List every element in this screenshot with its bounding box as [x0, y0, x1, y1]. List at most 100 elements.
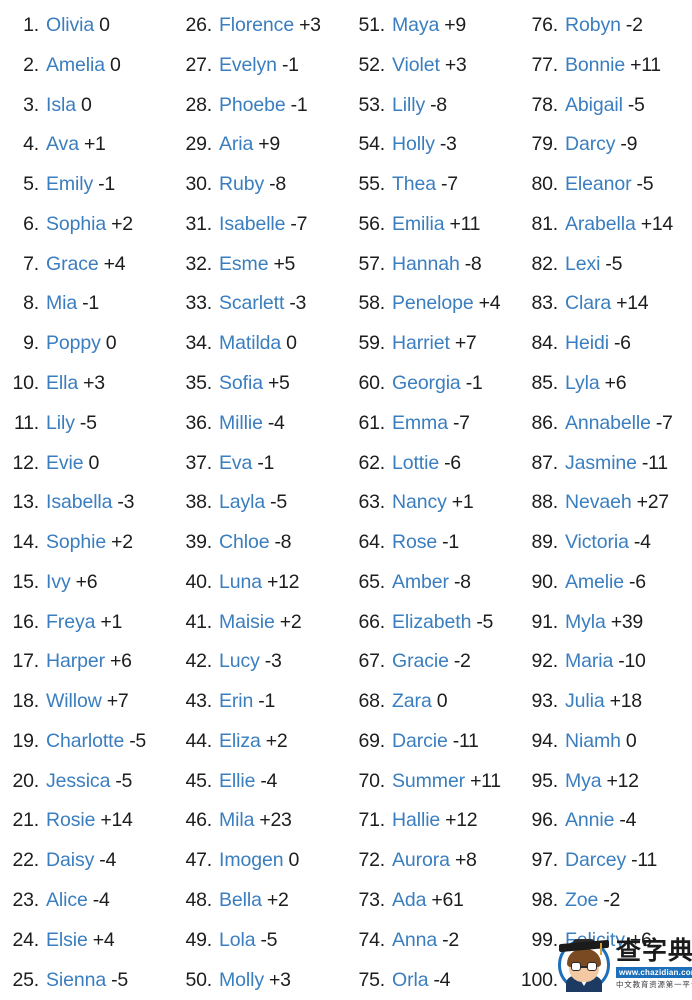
list-item[interactable]: 78. Abigail -5 [519, 86, 692, 126]
list-item[interactable]: 98. Zoe -2 [519, 881, 692, 921]
name-link[interactable]: Ada [392, 890, 427, 911]
list-item[interactable]: 5. Emily -1 [0, 165, 173, 205]
name-link[interactable]: Ava [46, 135, 79, 155]
list-item[interactable]: 80. Eleanor -5 [519, 165, 692, 205]
name-link[interactable]: Mya [565, 771, 602, 792]
name-link[interactable]: Esme [219, 254, 269, 275]
list-item[interactable]: 49. Lola -5 [173, 921, 346, 961]
list-item[interactable]: 72. Aurora +8 [346, 841, 519, 881]
list-item[interactable]: 12. Evie 0 [0, 443, 173, 483]
name-link[interactable]: Aria [219, 135, 253, 155]
name-link[interactable]: Arabella [565, 214, 636, 235]
name-link[interactable]: Scarlett [219, 294, 284, 314]
name-link[interactable]: Charlotte [46, 731, 124, 752]
name-link[interactable]: Chloe [219, 533, 270, 553]
name-link[interactable]: Abigail [565, 95, 623, 116]
list-item[interactable]: 77. Bonnie +11 [519, 46, 692, 86]
name-link[interactable]: Lucy [219, 652, 260, 672]
list-item[interactable]: 66. Elizabeth -5 [346, 602, 519, 642]
name-link[interactable]: Emma [392, 413, 448, 434]
name-link[interactable]: Victoria [565, 533, 629, 553]
list-item[interactable]: 11. Lily -5 [0, 404, 173, 444]
list-item[interactable]: 62. Lottie -6 [346, 443, 519, 483]
list-item[interactable]: 33. Scarlett -3 [173, 284, 346, 324]
name-link[interactable]: Daisy [46, 851, 94, 871]
list-item[interactable]: 84. Heidi -6 [519, 324, 692, 364]
list-item[interactable]: 93. Julia +18 [519, 682, 692, 722]
list-item[interactable]: 3. Isla 0 [0, 86, 173, 126]
name-link[interactable]: Alice [46, 890, 88, 911]
list-item[interactable]: 37. Eva -1 [173, 443, 346, 483]
name-link[interactable]: Erin [219, 692, 253, 712]
list-item[interactable]: 75. Orla -4 [346, 960, 519, 1000]
list-item[interactable]: 35. Sofia +5 [173, 364, 346, 404]
list-item[interactable]: 22. Daisy -4 [0, 841, 173, 881]
list-item[interactable]: 15. Ivy +6 [0, 563, 173, 603]
name-link[interactable]: Eva [219, 453, 252, 474]
list-item[interactable]: 34. Matilda 0 [173, 324, 346, 364]
list-item[interactable]: 55. Thea -7 [346, 165, 519, 205]
name-link[interactable]: Georgia [392, 374, 461, 394]
name-link[interactable]: Ellie [219, 771, 255, 792]
list-item[interactable]: 43. Erin -1 [173, 682, 346, 722]
list-item[interactable]: 94. Niamh 0 [519, 722, 692, 762]
list-item[interactable]: 68. Zara 0 [346, 682, 519, 722]
list-item[interactable]: 26. Florence +3 [173, 6, 346, 46]
name-link[interactable]: Mila [219, 811, 254, 831]
name-link[interactable]: Eliza [219, 731, 261, 752]
name-link[interactable]: Emily [46, 175, 93, 195]
list-item[interactable]: 88. Nevaeh +27 [519, 483, 692, 523]
name-link[interactable]: Nancy [392, 493, 447, 513]
list-item[interactable]: 50. Molly +3 [173, 960, 346, 1000]
name-link[interactable]: Harriet [392, 334, 450, 354]
name-link[interactable]: Isla [46, 95, 76, 116]
name-link[interactable]: Emilia [392, 214, 445, 235]
name-link[interactable]: Elsie [46, 930, 88, 951]
list-item[interactable]: 21. Rosie +14 [0, 801, 173, 841]
list-item[interactable]: 81. Arabella +14 [519, 205, 692, 245]
list-item[interactable]: 91. Myla +39 [519, 602, 692, 642]
name-link[interactable]: Anna [392, 930, 437, 951]
list-item[interactable]: 23. Alice -4 [0, 881, 173, 921]
name-link[interactable]: Summer [392, 771, 465, 792]
list-item[interactable]: 96. Annie -4 [519, 801, 692, 841]
list-item[interactable]: 6. Sophia +2 [0, 205, 173, 245]
list-item[interactable]: 90. Amelie -6 [519, 563, 692, 603]
list-item[interactable]: 64. Rose -1 [346, 523, 519, 563]
name-link[interactable]: Annie [565, 811, 614, 831]
name-link[interactable]: Millie [219, 413, 263, 434]
name-link[interactable]: Amelia [46, 55, 105, 76]
list-item[interactable]: 53. Lilly -8 [346, 86, 519, 126]
name-link[interactable]: Bella [219, 890, 262, 911]
name-link[interactable]: Evie [46, 453, 84, 474]
name-link[interactable]: Thea [392, 175, 436, 195]
list-item[interactable]: 19. Charlotte -5 [0, 722, 173, 762]
name-link[interactable]: Lilly [392, 95, 425, 116]
list-item[interactable]: 99. Felicity +6 [519, 921, 692, 961]
name-link[interactable]: Luna [219, 572, 262, 593]
name-link[interactable]: Isabella [46, 493, 113, 513]
name-link[interactable]: Ruby [219, 175, 264, 195]
list-item[interactable]: 61. Emma -7 [346, 404, 519, 444]
list-item[interactable]: 83. Clara +14 [519, 284, 692, 324]
name-link[interactable]: Maisie [219, 612, 275, 633]
name-link[interactable]: Nevaeh [565, 493, 632, 513]
name-link[interactable]: Maria [565, 652, 613, 672]
list-item[interactable]: 47. Imogen 0 [173, 841, 346, 881]
name-link[interactable]: Lyla [565, 374, 600, 394]
list-item[interactable]: 46. Mila +23 [173, 801, 346, 841]
name-link[interactable]: Lexi [565, 254, 600, 275]
list-item[interactable]: 63. Nancy +1 [346, 483, 519, 523]
name-link[interactable]: Layla [219, 493, 265, 513]
list-item[interactable]: 40. Luna +12 [173, 563, 346, 603]
name-link[interactable]: Imogen [219, 851, 284, 871]
name-link[interactable]: Julia [565, 692, 605, 712]
list-item[interactable]: 52. Violet +3 [346, 46, 519, 86]
list-item[interactable]: 32. Esme +5 [173, 245, 346, 285]
name-link[interactable]: Phoebe [219, 95, 286, 116]
list-item[interactable]: 4. Ava +1 [0, 125, 173, 165]
list-item[interactable]: 56. Emilia +11 [346, 205, 519, 245]
name-link[interactable]: Grace [46, 254, 99, 275]
list-item[interactable]: 16. Freya +1 [0, 602, 173, 642]
name-link[interactable]: Darcey [565, 851, 626, 871]
